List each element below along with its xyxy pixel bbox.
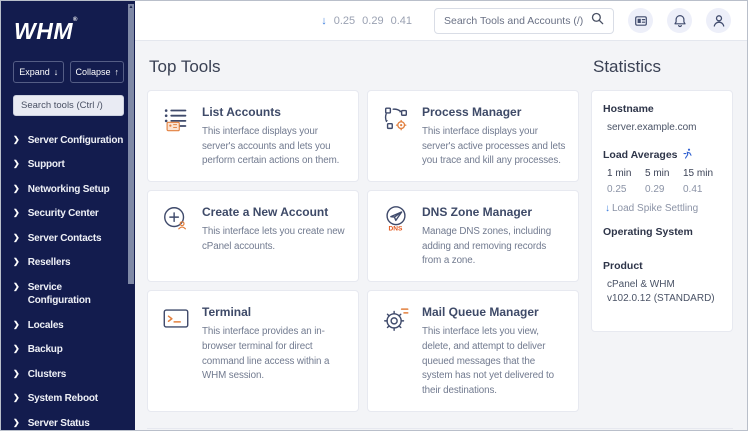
sidebar-item-backup[interactable]: ❯Backup <box>13 338 135 363</box>
topbar-load-averages: ↓ 0.25 0.29 0.41 <box>321 15 412 27</box>
load-val-1min: 0.25 <box>607 184 645 195</box>
chevron-right-icon: ❯ <box>13 392 20 403</box>
svg-text:DNS: DNS <box>389 226 403 233</box>
load-val-15min: 0.41 <box>683 184 721 195</box>
chevron-right-icon: ❯ <box>13 343 20 354</box>
sidebar-nav: ❯Server Configuration ❯Support ❯Networki… <box>1 126 135 430</box>
operating-system-label: Operating System <box>603 226 721 238</box>
load-col-1min: 1 min <box>607 168 645 179</box>
mail-queue-icon <box>381 304 411 334</box>
sidebar-item-server-status[interactable]: ❯Server Status <box>13 411 135 430</box>
load-15min: 0.41 <box>391 15 412 27</box>
card-description: Manage DNS zones, including adding and r… <box>422 225 566 269</box>
card-terminal[interactable]: Terminal This interface provides an in-b… <box>147 290 359 411</box>
terminal-icon <box>161 304 191 334</box>
card-mail-queue-manager[interactable]: Mail Queue Manager This interface lets y… <box>367 290 579 411</box>
chevron-right-icon: ❯ <box>13 207 20 218</box>
load-averages-label: Load Averages <box>603 148 721 162</box>
statistics-heading: Statistics <box>593 57 733 77</box>
arrow-down-icon: ↓ <box>605 203 610 214</box>
user-profile-icon[interactable] <box>706 8 731 33</box>
load-col-5min: 5 min <box>645 168 683 179</box>
sidebar-item-security-center[interactable]: ❯Security Center <box>13 202 135 227</box>
notifications-bell-icon[interactable] <box>667 8 692 33</box>
whm-logo: WHM® <box>14 17 135 45</box>
card-title[interactable]: Create a New Account <box>202 205 346 219</box>
card-title[interactable]: List Accounts <box>202 105 346 119</box>
global-search <box>434 8 614 34</box>
load-5min: 0.29 <box>362 15 383 27</box>
sidebar-item-server-configuration[interactable]: ❯Server Configuration <box>13 128 135 153</box>
chevron-right-icon: ❯ <box>13 232 20 243</box>
arrow-up-icon: ↑ <box>115 67 120 77</box>
card-title[interactable]: Terminal <box>202 305 346 319</box>
card-title[interactable]: Process Manager <box>422 105 566 119</box>
sidebar-item-service-configuration[interactable]: ❯Service Configuration <box>13 275 135 313</box>
sidebar-scrollbar[interactable]: ▲ <box>127 1 135 430</box>
tools-section: Tools Server Configuration <box>147 428 733 430</box>
card-title[interactable]: DNS Zone Manager <box>422 205 566 219</box>
card-process-manager[interactable]: Process Manager This interface displays … <box>367 90 579 182</box>
card-description: This interface lets you create new cPane… <box>202 225 346 254</box>
content: Top Tools List Accounts <box>135 41 747 430</box>
global-search-input[interactable] <box>444 15 585 27</box>
sidebar-scrollbar-thumb[interactable]: ▲ <box>128 4 134 284</box>
statistics-panel: Hostname server.example.com Load Average… <box>591 90 733 332</box>
collapse-all-button[interactable]: Collapse↑ <box>70 61 124 83</box>
topbar: ↓ 0.25 0.29 0.41 <box>135 1 747 41</box>
list-accounts-icon <box>161 104 191 134</box>
chevron-right-icon: ❯ <box>13 183 20 194</box>
card-title[interactable]: Mail Queue Manager <box>422 305 566 319</box>
load-val-5min: 0.29 <box>645 184 683 195</box>
create-account-icon <box>161 204 191 234</box>
card-description: This interface lets you view, delete, an… <box>422 325 566 398</box>
dns-zone-icon: DNS <box>381 204 411 234</box>
card-description: This interface provides an in-browser te… <box>202 325 346 384</box>
registered-mark: ® <box>73 17 78 23</box>
sidebar-item-locales[interactable]: ❯Locales <box>13 313 135 338</box>
load-averages-table: 1 min 5 min 15 min 0.25 0.29 0.41 <box>607 168 721 195</box>
main-area: ↓ 0.25 0.29 0.41 <box>135 1 747 430</box>
arrow-down-icon: ↓ <box>54 67 59 77</box>
process-manager-icon <box>381 104 411 134</box>
card-description: This interface displays your server's ac… <box>422 125 566 169</box>
scroll-up-icon: ▲ <box>128 4 134 10</box>
chevron-right-icon: ❯ <box>13 319 20 330</box>
card-description: This interface displays your server's ac… <box>202 125 346 169</box>
sidebar-item-server-contacts[interactable]: ❯Server Contacts <box>13 226 135 251</box>
card-create-new-account[interactable]: Create a New Account This interface lets… <box>147 190 359 282</box>
sidebar-item-resellers[interactable]: ❯Resellers <box>13 251 135 276</box>
chevron-right-icon: ❯ <box>13 368 20 379</box>
product-label: Product <box>603 260 721 272</box>
load-col-15min: 15 min <box>683 168 721 179</box>
news-card-icon[interactable] <box>628 8 653 33</box>
search-icon[interactable] <box>591 12 604 30</box>
hostname-label: Hostname <box>603 103 721 115</box>
chevron-right-icon: ❯ <box>13 281 20 292</box>
sidebar-item-support[interactable]: ❯Support <box>13 153 135 178</box>
load-trend-down-icon: ↓ <box>321 15 327 27</box>
sidebar-item-networking-setup[interactable]: ❯Networking Setup <box>13 177 135 202</box>
sidebar-item-system-reboot[interactable]: ❯System Reboot <box>13 387 135 412</box>
sidebar-item-clusters[interactable]: ❯Clusters <box>13 362 135 387</box>
chevron-right-icon: ❯ <box>13 134 20 145</box>
card-dns-zone-manager[interactable]: DNS DNS Zone Manager Manage DNS zones, i… <box>367 190 579 282</box>
hostname-value: server.example.com <box>607 121 721 136</box>
sidebar: WHM® Expand↓ Collapse↑ ❯Server Configura… <box>1 1 135 430</box>
expand-all-button[interactable]: Expand↓ <box>13 61 64 83</box>
top-tools-heading: Top Tools <box>149 57 579 77</box>
chevron-right-icon: ❯ <box>13 256 20 267</box>
card-list-accounts[interactable]: List Accounts This interface displays yo… <box>147 90 359 182</box>
chevron-right-icon: ❯ <box>13 158 20 169</box>
load-1min: 0.25 <box>334 15 355 27</box>
product-value: cPanel & WHM v102.0.12 (STANDARD) <box>607 278 721 307</box>
chevron-right-icon: ❯ <box>13 417 20 428</box>
load-spike-status: ↓ Load Spike Settling <box>605 203 721 214</box>
load-runner-icon <box>683 148 693 162</box>
sidebar-search-input[interactable] <box>13 95 124 116</box>
top-tools-grid: List Accounts This interface displays yo… <box>147 90 579 412</box>
whm-window: WHM® Expand↓ Collapse↑ ❯Server Configura… <box>0 0 748 431</box>
